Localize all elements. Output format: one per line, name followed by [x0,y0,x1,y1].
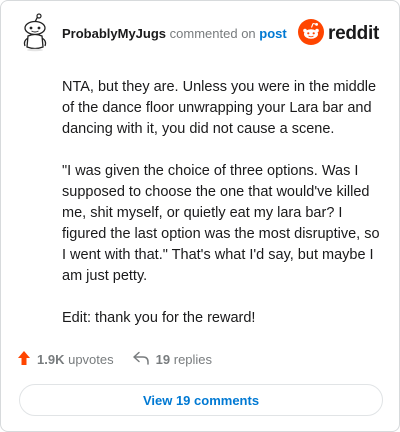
upvote-count: 1.9K [37,351,65,367]
post-link[interactable]: post [259,26,286,41]
comment-header: ProbablyMyJugs commented on post reddit [1,1,399,63]
reddit-alien-icon [298,18,325,50]
comment-actions: 1.9K upvotes 19 replies [17,348,212,370]
commented-on-text: commented on [169,26,256,41]
reply-arrow-icon [132,351,150,368]
view-comments-button[interactable]: View 19 comments [19,384,383,416]
upvote-arrow-icon [17,350,31,369]
comment-body: NTA, but they are. Unless you were in th… [62,77,382,350]
comment-meta: ProbablyMyJugs commented on post [62,26,287,42]
username-link[interactable]: ProbablyMyJugs [62,26,166,41]
reddit-logo[interactable]: reddit [298,18,379,50]
comment-paragraph: "I was given the choice of three options… [62,163,380,284]
reply-label: replies [173,351,213,367]
comment-card: ProbablyMyJugs commented on post reddit … [0,0,400,432]
upvote-label: upvotes [68,351,114,367]
comment-paragraph: Edit: thank you for the reward! [62,310,256,326]
upvote-button[interactable]: 1.9K upvotes [17,350,114,369]
reddit-wordmark: reddit [328,23,379,44]
reply-button[interactable]: 19 replies [132,351,212,368]
snoo-avatar-icon[interactable] [15,13,55,53]
comment-paragraph: NTA, but they are. Unless you were in th… [62,79,377,137]
reply-count: 19 [155,351,171,367]
